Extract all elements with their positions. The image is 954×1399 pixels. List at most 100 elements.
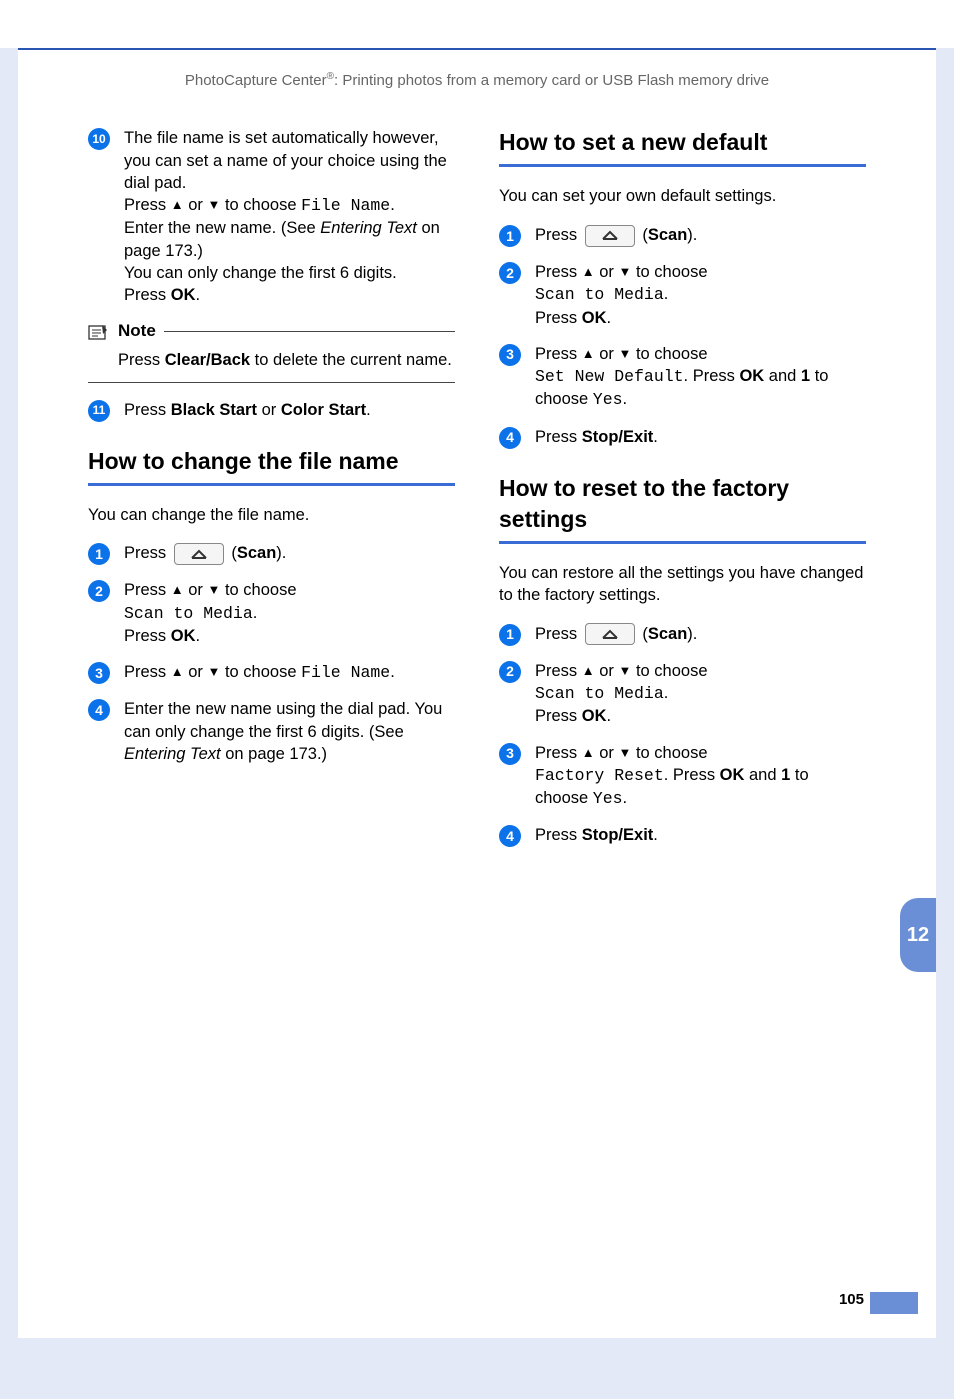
text: or [595, 263, 619, 281]
step-badge-10: 10 [88, 128, 110, 150]
text: . [653, 826, 658, 844]
text: to delete the current name. [250, 351, 452, 369]
step-badge: 4 [499, 427, 521, 449]
mono-text: Factory Reset [535, 766, 664, 785]
text: or [595, 744, 619, 762]
section-intro: You can restore all the settings you hav… [499, 562, 866, 607]
text: . [623, 390, 628, 408]
down-arrow-icon: ▼ [207, 664, 220, 679]
sc-step-2: 2 Press ▲ or ▼ to choose Scan to Media. … [499, 660, 866, 728]
text: ). [687, 625, 697, 643]
section-rule [499, 541, 866, 544]
text: to choose [220, 581, 296, 599]
text: You can only change the first 6 digits. [124, 264, 397, 282]
sa-step-1: 1 Press (Scan). [88, 542, 455, 565]
sb-step-2: 2 Press ▲ or ▼ to choose Scan to Media. … [499, 261, 866, 329]
text: ). [276, 544, 286, 562]
text: Press [535, 744, 582, 762]
right-column: How to set a new default You can set you… [499, 127, 866, 861]
section-intro: You can set your own default settings. [499, 185, 866, 207]
text: . [623, 789, 628, 807]
up-arrow-icon: ▲ [171, 664, 184, 679]
note-rule [164, 331, 455, 332]
left-column: 10 The file name is set automatically ho… [88, 127, 455, 861]
chapter-tab[interactable]: 12 [900, 898, 936, 972]
step-11-body: Press Black Start or Color Start. [124, 399, 455, 421]
text: . [664, 285, 669, 303]
sb-step-3: 3 Press ▲ or ▼ to choose Set New Default… [499, 343, 866, 412]
bold-text: Scan [648, 625, 687, 643]
sc-step-1: 1 Press (Scan). [499, 623, 866, 646]
mono-text: Yes [593, 789, 623, 808]
text: or [595, 345, 619, 363]
text: The file name is set automatically howev… [124, 129, 447, 192]
text: ( [638, 625, 648, 643]
section-title-set-default: How to set a new default [499, 127, 866, 158]
down-arrow-icon: ▼ [207, 582, 220, 597]
step-badge: 2 [88, 580, 110, 602]
text: Press [535, 309, 582, 327]
mono-text: Scan to Media [535, 684, 664, 703]
sc-step-4: 4 Press Stop/Exit. [499, 824, 866, 847]
bold-text: Scan [237, 544, 276, 562]
step-badge-11: 11 [88, 400, 110, 422]
mono-text: File Name [301, 196, 390, 215]
link-text[interactable]: Entering Text [320, 219, 417, 237]
down-arrow-icon: ▼ [618, 346, 631, 361]
sb-step-1: 1 Press (Scan). [499, 224, 866, 247]
text: Press [118, 351, 165, 369]
up-arrow-icon: ▲ [582, 663, 595, 678]
section-rule [88, 483, 455, 486]
text: . Press [684, 367, 740, 385]
bold-text: 1 [801, 367, 810, 385]
text: Enter the new name. (See [124, 219, 320, 237]
note-body: Press Clear/Back to delete the current n… [88, 343, 455, 381]
text: to choose [220, 196, 301, 214]
step-badge: 1 [88, 543, 110, 565]
scan-button-icon [174, 543, 224, 565]
text: or [184, 196, 208, 214]
bold-text: 1 [781, 766, 790, 784]
bold-text: Stop/Exit [582, 428, 654, 446]
text: . [196, 627, 201, 645]
bold-text: OK [582, 309, 607, 327]
text: ( [227, 544, 237, 562]
down-arrow-icon: ▼ [618, 663, 631, 678]
text: to choose [631, 662, 707, 680]
text: or [595, 662, 619, 680]
text: or [184, 581, 208, 599]
text: Press [535, 428, 582, 446]
bold-text: OK [171, 286, 196, 304]
note-icon [88, 322, 110, 342]
step-10-body: The file name is set automatically howev… [124, 127, 455, 306]
sc-step-3: 3 Press ▲ or ▼ to choose Factory Reset. … [499, 742, 866, 811]
up-arrow-icon: ▲ [582, 346, 595, 361]
scan-button-icon [585, 225, 635, 247]
text: Press [124, 581, 171, 599]
text: Press [535, 707, 582, 725]
text: Press [124, 196, 171, 214]
step-badge: 3 [499, 344, 521, 366]
bold-text: Scan [648, 226, 687, 244]
text: Press [124, 544, 171, 562]
bold-text: OK [720, 766, 745, 784]
bold-text: Color Start [281, 401, 366, 419]
text: or [184, 663, 208, 681]
text: and [744, 766, 781, 784]
up-arrow-icon: ▲ [171, 197, 184, 212]
page-number-bar [870, 1292, 918, 1314]
link-text[interactable]: Entering Text [124, 745, 221, 763]
text: and [764, 367, 801, 385]
mono-text: Yes [593, 390, 623, 409]
note-title: Note [118, 320, 156, 343]
text: . [664, 684, 669, 702]
step-badge: 4 [499, 825, 521, 847]
text: or [257, 401, 281, 419]
section-intro: You can change the file name. [88, 504, 455, 526]
step-badge: 2 [499, 262, 521, 284]
section-title-change-filename: How to change the file name [88, 446, 455, 477]
down-arrow-icon: ▼ [207, 197, 220, 212]
text: . [366, 401, 371, 419]
bold-text: OK [739, 367, 764, 385]
text: Press [535, 263, 582, 281]
